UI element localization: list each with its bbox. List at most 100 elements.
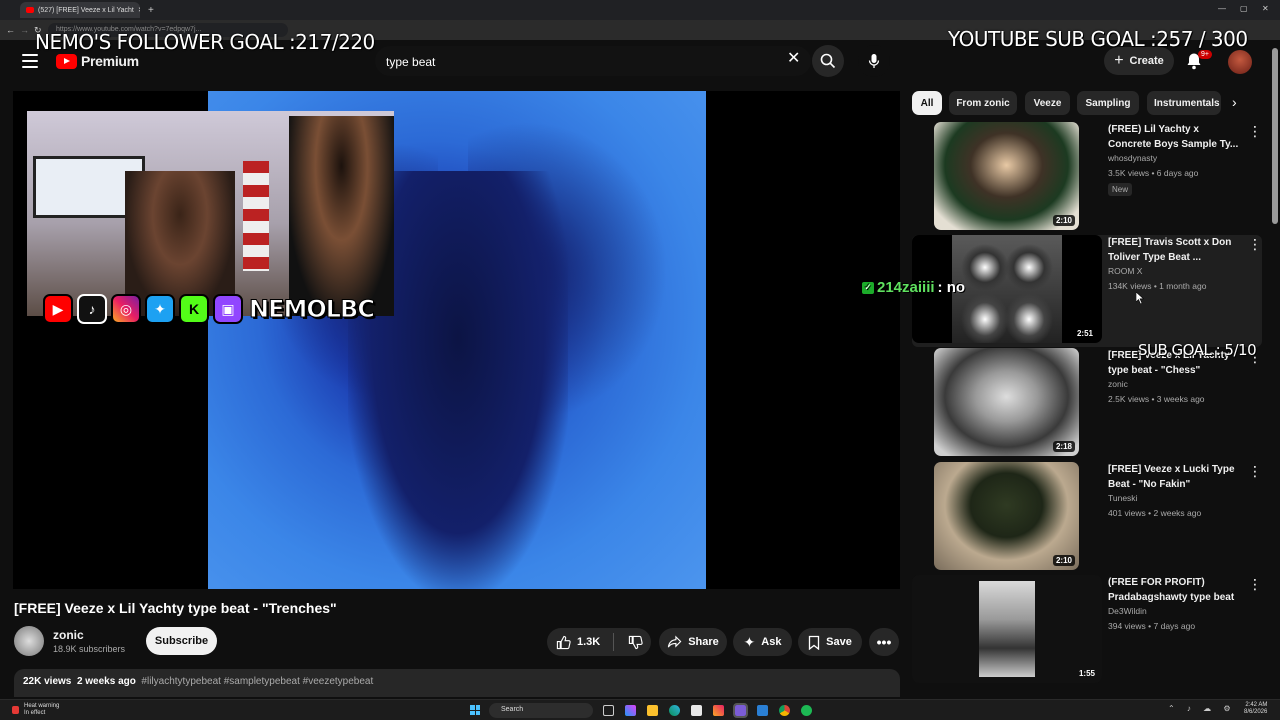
thumbs-down-icon[interactable] — [628, 635, 643, 650]
youtube-icon: ▶ — [43, 294, 73, 324]
system-tray-icons[interactable]: ⌃ ♪ ☁ ⚙ — [1168, 704, 1236, 713]
like-count: 1.3K — [577, 636, 601, 648]
search-button[interactable] — [812, 45, 844, 77]
tab-title: (527) [FREE] Veeze x Lil Yacht — [38, 6, 134, 14]
thumbs-up-icon — [556, 635, 571, 649]
hashtags[interactable]: #lilyachtytypebeat #sampletypebeat #veez… — [141, 676, 373, 687]
task-view-icon[interactable] — [603, 705, 614, 716]
file-explorer-icon[interactable] — [647, 705, 658, 716]
youtube-sub-goal-overlay: YOUTUBE SUB GOAL :257 / 300 — [948, 27, 1248, 51]
store-icon[interactable] — [691, 705, 702, 716]
account-avatar[interactable] — [1228, 50, 1252, 74]
like-button[interactable]: 1.3K — [556, 635, 600, 650]
more-actions-button[interactable]: ••• — [869, 628, 899, 656]
app-icon[interactable] — [757, 705, 768, 716]
clear-search-icon[interactable]: ✕ — [787, 51, 800, 67]
microphone-icon — [868, 54, 880, 68]
youtube-premium-logo[interactable]: Premium — [56, 53, 139, 69]
page-scrollbar[interactable] — [1272, 48, 1278, 224]
chip-instrumentals[interactable]: Instrumentals — [1147, 91, 1221, 115]
more-horizontal-icon: ••• — [876, 634, 892, 650]
subscribe-button[interactable]: Subscribe — [146, 627, 217, 655]
weather-icon — [12, 706, 19, 714]
recommendation-channel[interactable]: De3Wildin — [1108, 606, 1147, 616]
chat-text: : no — [937, 279, 966, 296]
weather-widget[interactable]: Heat warning In effect — [24, 703, 59, 717]
duration-badge: 2:10 — [1052, 215, 1075, 226]
channel-name[interactable]: zonic — [53, 628, 84, 642]
streamer-handle: NEMOLBC — [249, 295, 376, 324]
recommendation-item[interactable]: 1:55 (FREE FOR PROFIT) Pradabagshawty ty… — [912, 575, 1262, 687]
thumbnail-art — [979, 581, 1035, 677]
chrome-icon[interactable] — [779, 705, 790, 716]
windows-start-icon[interactable] — [470, 705, 480, 715]
view-count: 22K views — [23, 676, 72, 687]
recommendation-item[interactable]: 2:10 [FREE] Veeze x Lucki Type Beat - "N… — [912, 462, 1262, 574]
taskbar-search[interactable]: Search — [489, 703, 593, 718]
new-tab-icon[interactable]: + — [148, 5, 154, 16]
create-button[interactable]: + Create — [1104, 47, 1174, 75]
video-thumbnail[interactable]: 2:10 — [934, 122, 1079, 230]
chip-sampling[interactable]: Sampling — [1077, 91, 1139, 115]
forward-icon[interactable]: → — [20, 25, 29, 35]
recommendation-title[interactable]: (FREE) Lil Yachty x Concrete Boys Sample… — [1108, 122, 1240, 152]
share-icon — [668, 635, 682, 648]
recommendation-channel[interactable]: whosdynasty — [1108, 153, 1157, 163]
browser-tab[interactable]: (527) [FREE] Veeze x Lil Yacht ✕ — [20, 2, 140, 18]
duration-badge: 2:18 — [1052, 441, 1075, 452]
video-player[interactable]: ▶ ♪ ◎ ✦ K ▣ NEMOLBC — [13, 91, 900, 589]
instagram-app-icon[interactable] — [713, 705, 724, 716]
video-thumbnail[interactable]: 1:55 — [912, 575, 1102, 683]
duration-badge: 1:55 — [1078, 669, 1095, 678]
copilot-icon[interactable] — [625, 705, 636, 716]
duration-badge: 2:51 — [1073, 328, 1096, 339]
recommendation-item[interactable]: 2:10 (FREE) Lil Yachty x Concrete Boys S… — [912, 122, 1262, 234]
recommendation-channel[interactable]: zonic — [1108, 379, 1128, 389]
recommendation-meta: 2.5K views • 3 weeks ago — [1108, 394, 1205, 404]
ask-label: Ask — [761, 636, 782, 648]
mouse-cursor-icon — [1136, 292, 1144, 304]
recommendation-meta: 401 views • 2 weeks ago — [1108, 508, 1202, 518]
youtube-play-icon — [56, 53, 77, 69]
active-app-icon[interactable] — [733, 703, 748, 718]
tiktok-icon: ♪ — [77, 294, 107, 324]
voice-search-button[interactable] — [858, 45, 890, 77]
save-button[interactable]: Save — [798, 628, 862, 656]
maximize-icon[interactable]: ▢ — [1240, 4, 1248, 13]
instagram-icon: ◎ — [111, 294, 141, 324]
chip-all[interactable]: All — [912, 91, 942, 115]
chevron-right-icon[interactable]: › — [1232, 94, 1237, 110]
back-icon[interactable]: ← — [6, 25, 15, 35]
chip-veeze[interactable]: Veeze — [1025, 91, 1070, 115]
video-description[interactable]: 22K views 2 weeks ago #lilyachtytypebeat… — [14, 669, 900, 697]
search-input[interactable]: type beat — [375, 46, 811, 76]
more-vertical-icon[interactable]: ⋮ — [1248, 237, 1262, 251]
channel-avatar[interactable] — [14, 626, 44, 656]
minimize-icon[interactable]: — — [1218, 4, 1226, 13]
chip-from-zonic[interactable]: From zonic — [949, 91, 1017, 115]
new-badge: New — [1108, 183, 1133, 196]
taskbar-clock[interactable]: 2:42 AM 8/6/2026 — [1244, 702, 1267, 716]
recommendation-title[interactable]: [FREE] Travis Scott x Don Toliver Type B… — [1108, 235, 1240, 265]
sparkle-icon: ✦ — [743, 633, 756, 650]
recommendation-meta: 3.5K views • 6 days ago — [1108, 168, 1199, 178]
share-button[interactable]: Share — [659, 628, 727, 656]
recommendation-title[interactable]: [FREE] Veeze x Lucki Type Beat - "No Fak… — [1108, 462, 1240, 492]
edge-icon[interactable] — [669, 705, 680, 716]
recommendation-channel[interactable]: ROOM X — [1108, 266, 1142, 276]
recommendation-channel[interactable]: Tuneski — [1108, 493, 1137, 503]
ask-button[interactable]: ✦ Ask — [733, 628, 792, 656]
recommendation-item[interactable]: 2:18 [FREE] Veeze x Lil Yachty type beat… — [912, 348, 1262, 460]
hamburger-menu-icon[interactable] — [22, 54, 38, 68]
more-vertical-icon[interactable]: ⋮ — [1248, 124, 1262, 138]
recommendation-title[interactable]: (FREE FOR PROFIT) Pradabagshawty type be… — [1108, 575, 1240, 605]
spotify-icon[interactable] — [801, 705, 812, 716]
follower-goal-overlay: NEMO'S FOLLOWER GOAL :217/220 — [35, 30, 375, 54]
close-window-icon[interactable]: ✕ — [1262, 4, 1269, 13]
video-thumbnail[interactable]: 2:10 — [934, 462, 1079, 570]
tab-close-icon[interactable]: ✕ — [138, 6, 140, 14]
more-vertical-icon[interactable]: ⋮ — [1248, 464, 1262, 478]
recommendation-meta: 394 views • 7 days ago — [1108, 621, 1196, 631]
more-vertical-icon[interactable]: ⋮ — [1248, 577, 1262, 591]
video-thumbnail[interactable]: 2:18 — [934, 348, 1079, 456]
